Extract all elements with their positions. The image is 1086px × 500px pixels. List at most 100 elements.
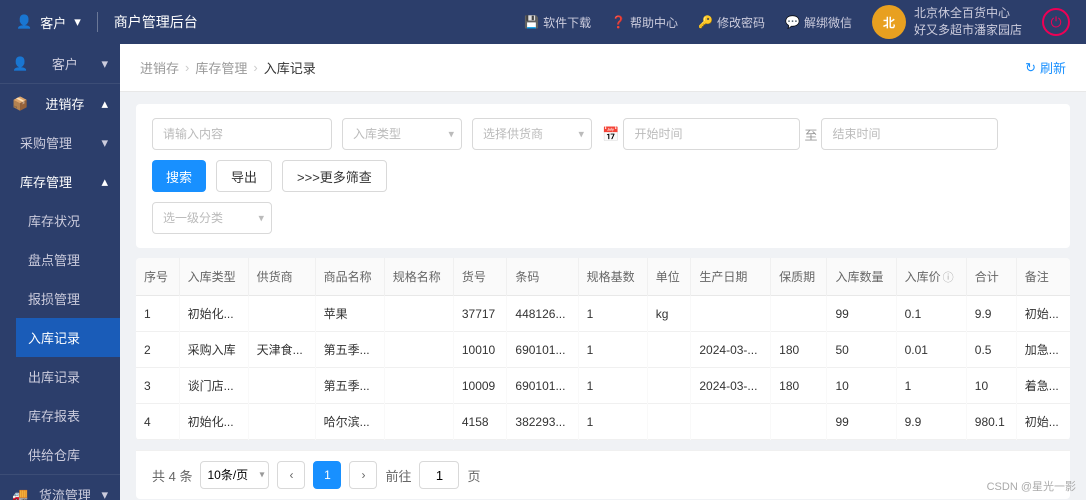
more-filter-button[interactable]: >>>更多筛查 <box>282 160 387 192</box>
user-line1: 北京休全百货中心 <box>914 5 1022 22</box>
sidebar-item-logistics[interactable]: 🚚 货流管理 ▾ <box>0 475 120 500</box>
total-count: 共 4 条 <box>152 466 192 485</box>
wechat-action[interactable]: 💬 解绑微信 <box>785 14 852 31</box>
sidebar-item-customer[interactable]: 👤 客户 ▾ <box>0 44 120 83</box>
breadcrumb-item-3: 入库记录 <box>264 58 316 77</box>
cell-unit-3 <box>647 404 691 440</box>
cell-specName-2 <box>384 368 453 404</box>
cell-inboundPrice-0: 0.1 <box>896 296 966 332</box>
stock-sub: 库存状况 盘点管理 报损管理 入库记录 出库记录 库存报表 <box>8 201 120 474</box>
search-input[interactable] <box>152 118 332 150</box>
th-shelf-life: 保质期 <box>771 258 827 296</box>
inventory-count-label: 盘点管理 <box>28 250 80 269</box>
search-button[interactable]: 搜索 <box>152 160 206 192</box>
sidebar-section-logistics: 🚚 货流管理 ▾ <box>0 475 120 500</box>
cell-specBase-3: 1 <box>578 404 647 440</box>
wechat-label: 解绑微信 <box>804 14 852 31</box>
breadcrumb: 进销存 › 库存管理 › 入库记录 ↻ 刷新 <box>120 44 1086 92</box>
cell-productName-1: 第五季... <box>315 332 384 368</box>
cell-specName-0 <box>384 296 453 332</box>
calendar-icon: 📅 <box>602 126 619 143</box>
content-area: 进销存 › 库存管理 › 入库记录 ↻ 刷新 入库类型 初始化 采购入库 调拨入… <box>120 44 1086 500</box>
next-page-button[interactable]: › <box>349 461 377 489</box>
cell-barcode-1: 690101... <box>507 332 578 368</box>
password-action[interactable]: 🔑 修改密码 <box>698 14 765 31</box>
cell-itemNo-3: 4158 <box>453 404 507 440</box>
cell-inboundType-3: 初始化... <box>179 404 248 440</box>
table-row: 4初始化...哈尔滨...4158382293...1999.9980.1初始.… <box>136 404 1070 440</box>
stock-chevron: ▴ <box>101 174 108 190</box>
inbound-records-label: 入库记录 <box>28 328 80 347</box>
sidebar-item-inventory-count[interactable]: 盘点管理 <box>16 240 120 279</box>
power-button[interactable]: ⏻ <box>1042 8 1070 36</box>
customer-icon: 👤 <box>16 14 32 30</box>
export-button-label: 导出 <box>231 167 257 186</box>
cell-inboundPrice-3: 9.9 <box>896 404 966 440</box>
th-item-no: 货号 <box>453 258 507 296</box>
th-spec-base: 规格基数 <box>578 258 647 296</box>
cell-remark-3: 初始... <box>1016 404 1070 440</box>
cell-productName-0: 苹果 <box>315 296 384 332</box>
inventory-label: 进销存 <box>45 94 84 113</box>
purchase-chevron: ▾ <box>101 135 108 151</box>
customer-nav-icon: 👤 <box>12 56 28 72</box>
breadcrumb-item-2[interactable]: 库存管理 <box>195 58 247 77</box>
cell-specBase-2: 1 <box>578 368 647 404</box>
inventory-icon: 📦 <box>12 96 28 112</box>
inbound-records-table: 序号 入库类型 供货商 商品名称 规格名称 货号 条码 规格基数 单位 生产日期… <box>136 258 1070 440</box>
cell-barcode-2: 690101... <box>507 368 578 404</box>
cell-productDate-2: 2024-03-... <box>691 368 771 404</box>
sidebar-item-inventory[interactable]: 📦 进销存 ▴ <box>0 84 120 123</box>
cell-productDate-0 <box>691 296 771 332</box>
supplier-select[interactable]: 选择供货商 <box>472 118 592 150</box>
date-separator: 至 <box>804 125 817 144</box>
sidebar-item-stock-status[interactable]: 库存状况 <box>16 201 120 240</box>
cell-supplier-0 <box>248 296 315 332</box>
nav-left: 👤 客户 ▾ 商户管理后台 <box>16 12 198 32</box>
logistics-label: 货流管理 <box>39 485 91 500</box>
download-action[interactable]: 💾 软件下载 <box>524 14 591 31</box>
th-barcode: 条码 <box>507 258 578 296</box>
table-row: 2采购入库天津食...第五季...10010690101...12024-03-… <box>136 332 1070 368</box>
end-date-input[interactable] <box>821 118 998 150</box>
prev-page-button[interactable]: ‹ <box>277 461 305 489</box>
cell-no-0: 1 <box>136 296 179 332</box>
cell-remark-1: 加急... <box>1016 332 1070 368</box>
cell-total-1: 0.5 <box>966 332 1016 368</box>
sidebar-item-purchase-mgmt[interactable]: 采购管理 ▾ <box>8 123 120 162</box>
user-line2: 好又多超市潘家园店 <box>914 22 1022 39</box>
th-supplier: 供货商 <box>248 258 315 296</box>
inbound-price-info-icon[interactable]: ⓘ <box>943 269 954 285</box>
outbound-records-label: 出库记录 <box>28 367 80 386</box>
start-date-input[interactable] <box>623 118 800 150</box>
sidebar-item-loss-mgmt[interactable]: 报损管理 <box>16 279 120 318</box>
th-spec-name: 规格名称 <box>384 258 453 296</box>
category-select[interactable]: 选一级分类 <box>152 202 272 234</box>
refresh-button[interactable]: ↻ 刷新 <box>1025 58 1066 77</box>
sidebar-item-stock-mgmt[interactable]: 库存管理 ▴ <box>8 162 120 201</box>
cell-itemNo-1: 10010 <box>453 332 507 368</box>
page-size-select[interactable]: 10条/页 20条/页 50条/页 <box>200 461 269 489</box>
cell-no-3: 4 <box>136 404 179 440</box>
help-action[interactable]: ❓ 帮助中心 <box>611 14 678 31</box>
cell-itemNo-0: 37717 <box>453 296 507 332</box>
th-total: 合计 <box>966 258 1016 296</box>
download-label: 软件下载 <box>543 14 591 31</box>
export-button[interactable]: 导出 <box>216 160 272 192</box>
page-1-button[interactable]: 1 <box>313 461 341 489</box>
table-row: 3谈门店...第五季...10009690101...12024-03-...1… <box>136 368 1070 404</box>
inbound-type-select[interactable]: 入库类型 初始化 采购入库 调拨入库 <box>342 118 462 150</box>
sidebar-item-inbound-records[interactable]: 入库记录 <box>16 318 120 357</box>
breadcrumb-sep-1: › <box>185 60 189 75</box>
sidebar-item-outbound-records[interactable]: 出库记录 <box>16 357 120 396</box>
help-icon: ❓ <box>611 15 626 29</box>
breadcrumb-item-1[interactable]: 进销存 <box>140 58 179 77</box>
inbound-type-select-wrapper: 入库类型 初始化 采购入库 调拨入库 <box>342 118 462 150</box>
page-label: 页 <box>467 466 480 485</box>
sidebar-item-supply-warehouse[interactable]: 供给仓库 <box>16 435 120 474</box>
cell-shelfLife-2: 180 <box>771 368 827 404</box>
filter-section: 入库类型 初始化 采购入库 调拨入库 选择供货商 📅 至 <box>136 104 1070 248</box>
header-row: 序号 入库类型 供货商 商品名称 规格名称 货号 条码 规格基数 单位 生产日期… <box>136 258 1070 296</box>
page-goto-input[interactable] <box>419 461 459 489</box>
sidebar-item-stock-report[interactable]: 库存报表 <box>16 396 120 435</box>
